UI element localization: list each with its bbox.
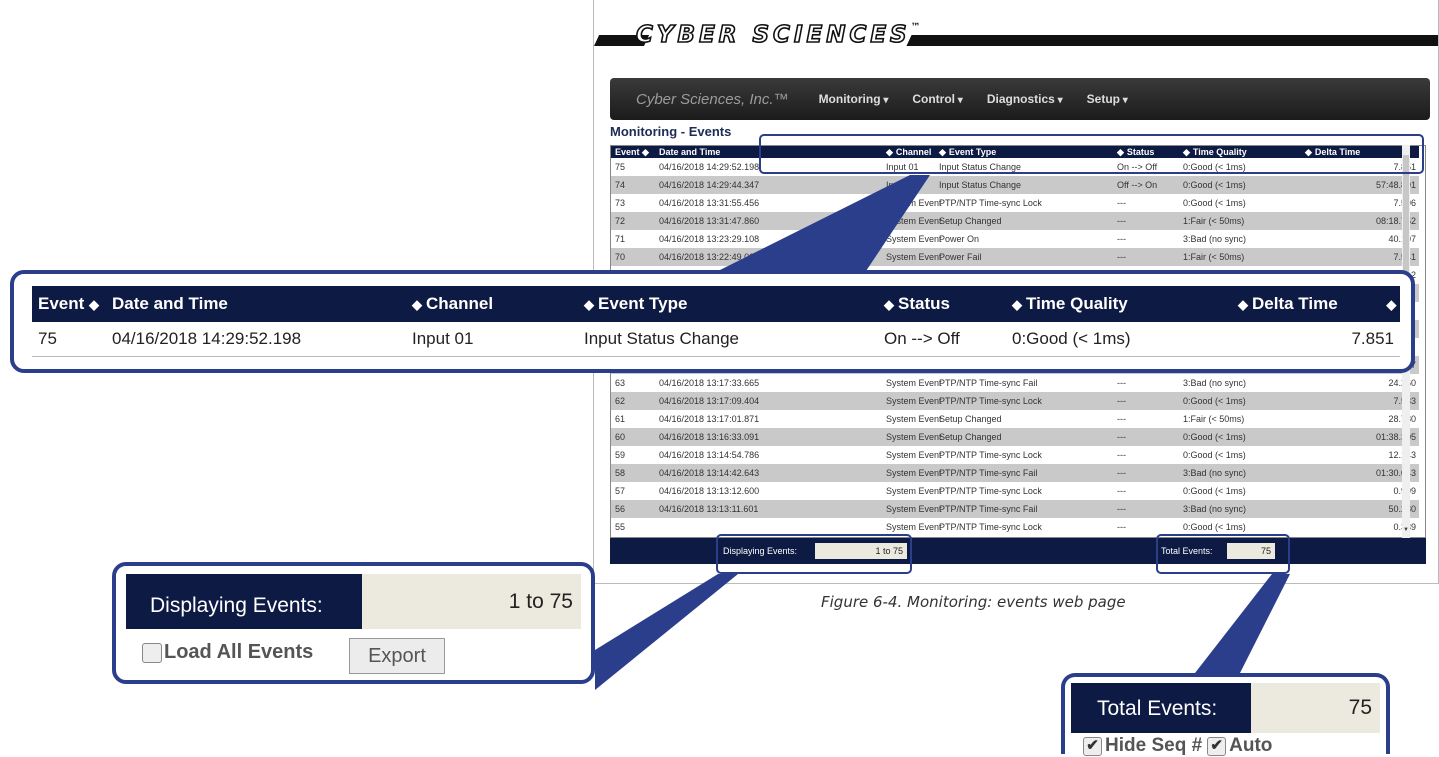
displaying-events-callout: Displaying Events: 1 to 75 Load All Even… [112,562,595,684]
zoomed-header-row: Event ◆ Date and Time ◆ Channel ◆ Event Ty… [32,286,1400,322]
sort-icon: ◆ [1238,297,1248,312]
sort-icon: ◆ [584,297,594,312]
sort-icon: ◆ [884,297,894,312]
load-all-events-label: Load All Events [164,641,314,663]
sort-icon: ◆ [1386,297,1397,312]
auto-checkbox[interactable]: ✔ [1207,736,1227,756]
total-events-callout: Total Events: 75 ✔ Hide Seq # ✔ Auto [1061,673,1390,756]
zoomed-row-table: Event ◆ Date and Time ◆ Channel ◆ Event Ty… [32,286,1400,357]
sort-icon: ◆ [1012,297,1022,312]
callout-displaying-label: Displaying Events: [150,594,323,617]
zoom-col-status[interactable]: ◆ Status [878,286,1006,322]
load-all-events-checkbox[interactable]: Load All Events [142,641,313,664]
zoom-col-datetime[interactable]: Date and Time [106,286,406,322]
figure-caption: Figure 6-4. Monitoring: events web page [821,593,1126,611]
sort-icon: ◆ [412,297,422,312]
zoom-cell-datetime: 04/16/2018 14:29:52.198 [106,322,406,357]
zoom-cell-channel: Input 01 [406,322,578,357]
zoomed-data-row[interactable]: 75 04/16/2018 14:29:52.198 Input 01 Inpu… [32,322,1400,357]
callout-displaying-value: 1 to 75 [362,574,581,629]
displaying-events-bar: Displaying Events: 1 to 75 [126,574,581,629]
zoom-col-time-quality[interactable]: ◆ Time Quality [1006,286,1202,322]
total-events-bar: Total Events: 75 [1071,683,1380,733]
sort-icon: ◆ [89,297,100,312]
zoom-col-event-type[interactable]: ◆ Event Type [578,286,878,322]
zoom-cell-status: On --> Off [878,322,1006,357]
callout-total-label: Total Events: [1097,697,1218,720]
zoom-cell-event-type: Input Status Change [578,322,878,357]
zoom-cell-time-quality: 0:Good (< 1ms) [1006,322,1202,357]
checkbox-icon[interactable] [142,642,162,663]
zoom-cell-event: 75 [32,322,106,357]
row-zoom-callout: Event ◆ Date and Time ◆ Channel ◆ Event Ty… [10,270,1415,373]
callout-total-value: 75 [1251,683,1380,733]
export-button[interactable]: Export [349,638,445,674]
hide-seq-checkbox[interactable]: ✔ [1083,736,1102,756]
zoom-col-event[interactable]: Event ◆ [32,286,106,322]
zoom-col-delta[interactable]: ◆ Delta Time ◆ [1202,286,1400,322]
zoom-cell-delta: 7.851 [1202,322,1400,357]
zoom-col-channel[interactable]: ◆ Channel [406,286,578,322]
